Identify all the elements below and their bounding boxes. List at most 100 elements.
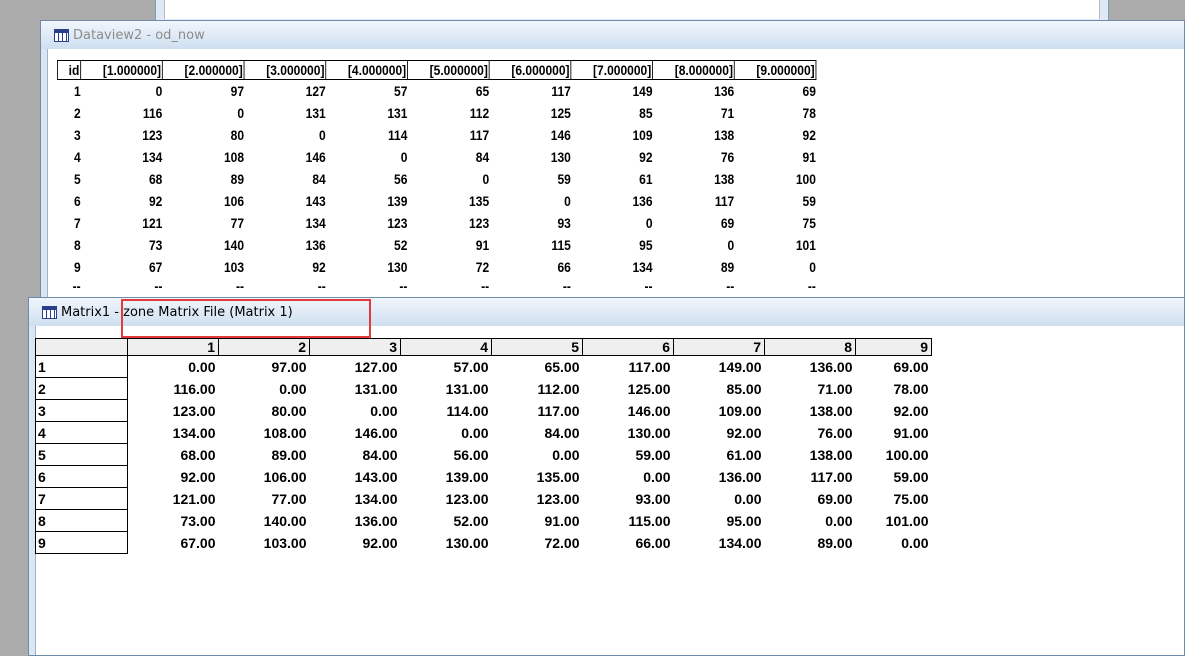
dataview-cell[interactable]: 59 [734,190,816,212]
dataview-cell[interactable]: -- [571,278,653,294]
matrix-cell[interactable]: 72.00 [492,532,583,554]
matrix-column-header[interactable]: 3 [309,338,401,356]
dataview-cell[interactable]: 114 [326,124,407,146]
matrix-row-header[interactable]: 3 [35,399,128,422]
matrix-row-header[interactable]: 5 [35,443,128,466]
matrix-cell[interactable]: 56.00 [401,444,492,466]
dataview-cell[interactable]: 115 [489,234,570,256]
matrix-grid[interactable]: 123456789 1 0.00 97.00 127.00 57.00 65.00 117.… [35,338,932,554]
matrix-row-header[interactable]: 4 [35,421,128,444]
dataview-cell[interactable]: 123 [81,124,162,146]
matrix-cell[interactable]: 138.00 [765,400,856,422]
dataview-cell[interactable]: 91 [407,234,489,256]
dataview-cell[interactable]: 135 [407,190,489,212]
table-row[interactable]: 8 73 140 136 52 91 115 95 0 101 [57,234,816,256]
table-row[interactable]: 2 116.00 0.00 131.00 131.00 112.00 125.00 85.00… [35,377,932,400]
dataview-cell[interactable]: -- [734,278,816,294]
dataview-cell[interactable]: 76 [653,146,734,168]
dataview-cell[interactable]: 130 [489,146,571,168]
matrix-cell[interactable]: 57.00 [401,356,492,378]
dataview-cell[interactable]: 71 [653,102,734,124]
dataview-cell[interactable]: 5 [57,168,81,190]
dataview-cell[interactable]: 67 [81,256,162,278]
matrix-cell[interactable]: 131.00 [401,378,492,400]
dataview-cell[interactable]: 84 [407,146,489,168]
matrix-cell[interactable]: 127.00 [310,356,401,378]
dataview-cell[interactable]: 89 [653,256,734,278]
matrix-cell[interactable]: 101.00 [856,510,932,532]
matrix-cell[interactable]: 146.00 [583,400,674,422]
matrix-cell[interactable]: 0.00 [674,488,765,510]
dataview-cell[interactable]: 0 [734,256,816,278]
dataview-cell[interactable]: 108 [162,146,244,168]
dataview-cell[interactable]: -- [489,278,571,294]
matrix-cell[interactable]: 116.00 [128,378,219,400]
matrix-cell[interactable]: 85.00 [674,378,765,400]
dataview-cell[interactable]: 95 [571,234,652,256]
dataview-cell[interactable]: 101 [734,234,816,256]
dataview-cell[interactable]: 117 [407,124,489,146]
dataview-cell[interactable]: 89 [162,168,244,190]
matrix-column-header[interactable]: 7 [673,338,765,356]
matrix-cell[interactable]: 117.00 [492,400,583,422]
matrix-cell[interactable]: 125.00 [583,378,674,400]
dataview-cell[interactable]: 0 [326,146,408,168]
table-row[interactable]: 4 134.00 108.00 146.00 0.00 84.00 130.00 92.00 7… [35,421,932,444]
matrix-cell[interactable]: 130.00 [401,532,492,554]
matrix-cell[interactable]: 52.00 [401,510,492,532]
table-row[interactable]: 6 92 106 143 139 135 0 136 117 59 [57,190,816,212]
table-row[interactable]: 5 68.00 89.00 84.00 56.00 0.00 59.00 61.00 138.0… [35,443,932,466]
matrix-cell[interactable]: 135.00 [492,466,583,488]
dataview-cell[interactable]: 130 [326,256,407,278]
dataview-column-header[interactable]: id [57,60,82,80]
matrix-cell[interactable]: 0.00 [219,378,310,400]
dataview-cell[interactable]: 134 [81,146,162,168]
dataview-cell[interactable]: -- [407,278,489,294]
dataview-cell[interactable]: 3 [57,124,81,146]
matrix-cell[interactable]: 138.00 [765,444,856,466]
dataview-cell[interactable]: 136 [653,80,734,103]
table-row[interactable]: 3 123 80 0 114 117 146 109 138 92 [57,124,816,146]
table-row[interactable]: 4 134 108 146 0 84 130 92 76 91 [57,146,816,168]
matrix-cell[interactable]: 92.00 [128,466,219,488]
dataview-cell[interactable]: 103 [162,256,244,278]
dataview-cell[interactable]: 2 [57,102,81,124]
matrix-cell[interactable]: 123.00 [401,488,492,510]
dataview-cell[interactable]: 136 [571,190,652,212]
dataview-cell[interactable]: 0 [244,124,326,146]
matrix-cell[interactable]: 69.00 [856,356,932,378]
dataview-cell[interactable]: 125 [489,102,571,124]
dataview-cell[interactable]: 4 [57,146,81,168]
matrix-cell[interactable]: 106.00 [219,466,310,488]
table-row[interactable]: 5 68 89 84 56 0 59 61 138 100 [57,168,816,190]
dataview-column-header[interactable]: [7.000000] [570,60,653,80]
dataview-cell[interactable]: 75 [734,212,816,234]
dataview-cell[interactable]: 117 [489,80,570,103]
matrix-cell[interactable]: 131.00 [310,378,401,400]
dataview-cell[interactable]: 131 [326,102,407,124]
matrix-cell[interactable]: 146.00 [310,422,401,444]
matrix-row-header[interactable]: 7 [35,487,128,510]
matrix-row-header[interactable]: 1 [35,355,128,378]
dataview-column-header[interactable]: [4.000000] [325,60,408,80]
matrix-cell[interactable]: 71.00 [765,378,856,400]
dataview-cell[interactable]: 0 [162,102,244,124]
dataview-cell[interactable]: 56 [326,168,407,190]
dataview-cell[interactable]: 9 [57,256,81,278]
matrix-column-header[interactable]: 4 [400,338,492,356]
table-row[interactable]: 8 73.00 140.00 136.00 52.00 91.00 115.00 95.00 0… [35,509,932,532]
dataview-cell[interactable]: 0 [489,190,571,212]
dataview-cell[interactable]: 127 [244,80,326,103]
dataview-cell[interactable]: 80 [162,124,244,146]
dataview-cell[interactable]: 66 [489,256,570,278]
matrix-cell[interactable]: 123.00 [492,488,583,510]
dataview-cell[interactable]: 140 [162,234,244,256]
dataview-grid[interactable]: id [1.000000] [2.000000] [3.000000] [4.00000… [57,60,817,294]
dataview-column-header[interactable]: [6.000000] [488,60,572,80]
matrix-cell[interactable]: 0.00 [310,400,401,422]
matrix-cell[interactable]: 78.00 [856,378,932,400]
matrix-cell[interactable]: 84.00 [492,422,583,444]
dataview-cell[interactable]: 121 [81,212,162,234]
matrix-cell[interactable]: 117.00 [583,356,674,378]
matrix-cell[interactable]: 92.00 [674,422,765,444]
